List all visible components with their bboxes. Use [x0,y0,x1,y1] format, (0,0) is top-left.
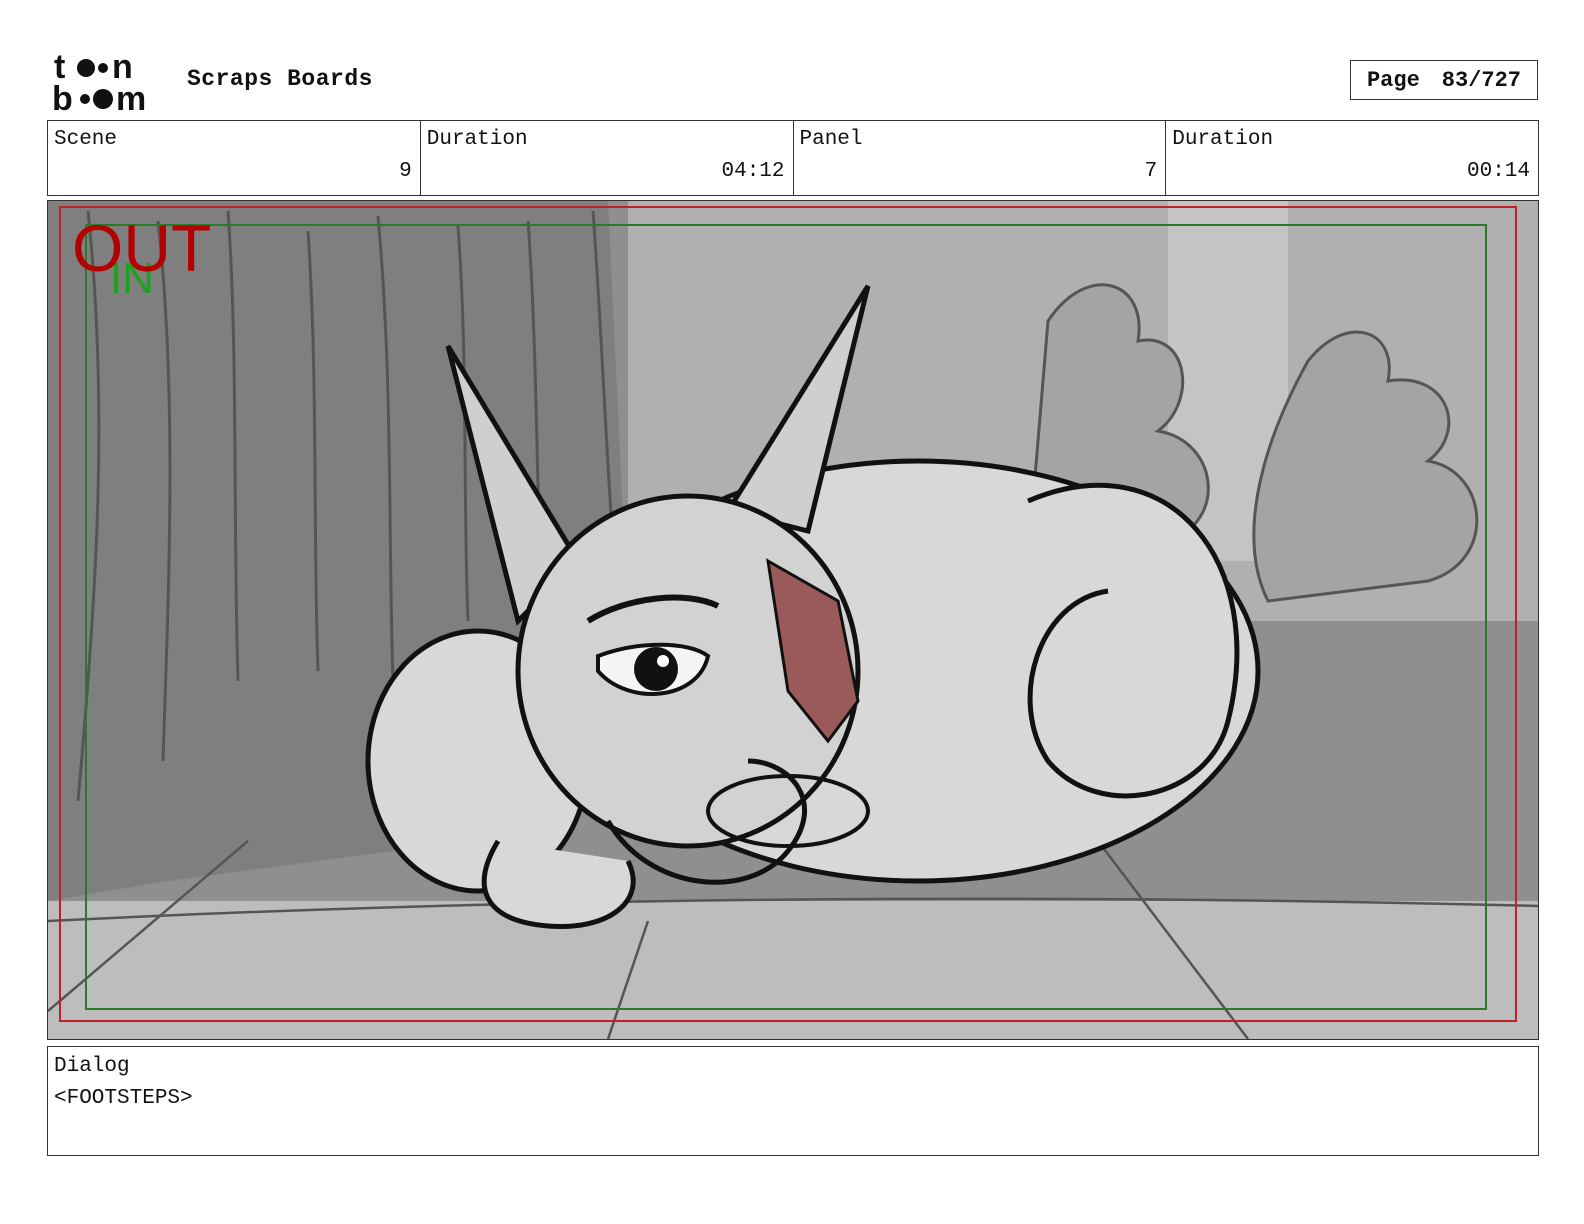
panel-duration-value: 00:14 [1466,160,1530,183]
page-label: Page [1366,67,1420,93]
panel-artwork: IN OUT [48,201,1538,1039]
dialog-box: Dialog <FOOTSTEPS> [47,1046,1539,1156]
panel-info-row: Scene 9 Duration 04:12 Panel 7 Duration … [47,120,1539,196]
page-value: 83/727 [1441,67,1522,93]
scene-duration-value: 04:12 [721,160,785,183]
floor [48,901,1538,1039]
dialog-text: <FOOTSTEPS> [54,1087,193,1110]
toon-boom-logo: t n b m [50,48,168,118]
panel-duration-cell: Duration 00:14 [1166,121,1538,195]
board-title: Scraps Boards [187,66,373,92]
panel-cell: Panel 7 [794,121,1167,195]
scene-cell: Scene 9 [48,121,421,195]
panel-value: 7 [1144,160,1158,183]
page-indicator: Page 83/727 [1350,60,1538,100]
svg-text:b: b [52,80,73,114]
panel-label: Panel [799,128,863,151]
creature-pupil [634,647,678,691]
scene-label: Scene [54,128,118,151]
out-label: OUT [72,211,211,285]
svg-text:m: m [116,80,146,114]
scene-duration-label: Duration [426,128,528,151]
panel-duration-label: Duration [1172,128,1274,151]
scene-value: 9 [399,160,412,183]
dialog-label: Dialog [54,1055,130,1078]
scene-duration-cell: Duration 04:12 [421,121,794,195]
creature-pupil-highlight [657,655,669,667]
storyboard-panel: IN OUT [47,200,1539,1040]
